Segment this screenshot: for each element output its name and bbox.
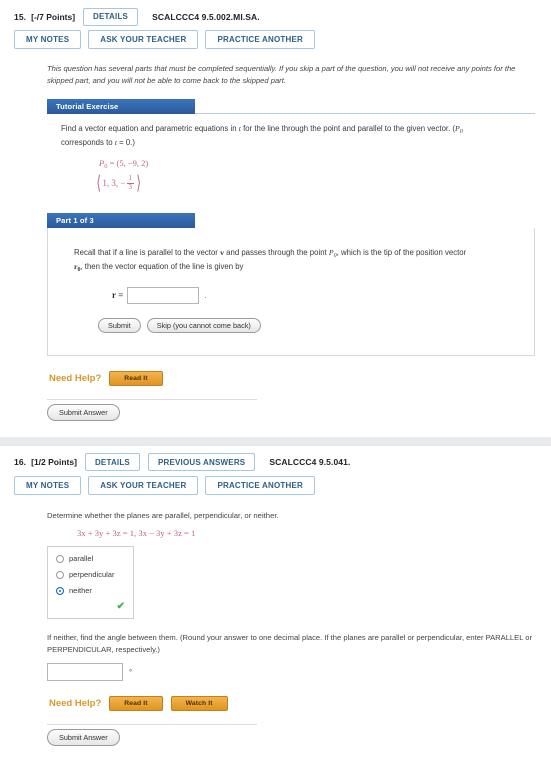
part-box: Recall that if a line is parallel to the… — [47, 227, 535, 356]
question-points: [1/2 Points] — [31, 457, 77, 468]
part-recall-text: Recall that if a line is parallel to the… — [74, 247, 510, 276]
need-help-row-16: Need Help? Read It Watch It — [49, 696, 535, 712]
question-16-header: 16. [1/2 Points] DETAILS PREVIOUS ANSWER… — [0, 446, 551, 472]
watch-it-button[interactable]: Watch It — [170, 696, 228, 712]
q16-options-box: parallel perpendicular neither ✔ — [47, 546, 134, 620]
submit-button[interactable]: Submit — [98, 317, 141, 333]
tutorial-prompt-t2: t — [114, 138, 117, 148]
fraction-denominator: 3 — [128, 182, 133, 191]
submit-answer-wrap-15: Submit Answer — [47, 398, 257, 427]
tutorial-prompt-t: t — [238, 123, 241, 133]
answer-label: r = — [112, 290, 124, 301]
option-parallel[interactable]: parallel — [56, 554, 125, 563]
submit-answer-button[interactable]: Submit Answer — [47, 403, 120, 421]
tutorial-prompt-part-d: = 0.) — [119, 138, 135, 148]
question-points: [-/7 Points] — [31, 11, 76, 22]
assignment-page: 15. [-/7 Points] DETAILS SCALCCC4 9.5.00… — [0, 0, 551, 760]
tutorial-prompt-p-sub: 0 — [459, 128, 463, 135]
q16-equations: 3x + 3y + 3z = 1, 3x − 3y + 3z = 1 — [77, 528, 196, 539]
tutorial-prompt-part-b: for the line through the point and paral… — [243, 123, 456, 133]
question-number: 15. — [14, 11, 27, 22]
part-text-2: and passes through the point — [226, 247, 327, 257]
part-text-3: , which is the tip of the position vecto… — [336, 247, 467, 257]
question-code: SCALCCC4 9.5.002.MI.SA. — [152, 11, 260, 22]
option-neither[interactable]: neither — [56, 586, 125, 595]
question-15-header: 15. [-/7 Points] DETAILS SCALCCC4 9.5.00… — [0, 0, 551, 26]
question-16-actions: MY NOTES ASK YOUR TEACHER PRACTICE ANOTH… — [0, 472, 551, 503]
my-notes-button[interactable]: MY NOTES — [14, 475, 82, 495]
my-notes-button[interactable]: MY NOTES — [14, 30, 82, 49]
question-block-16: 16. [1/2 Points] DETAILS PREVIOUS ANSWER… — [0, 445, 551, 760]
angle-bracket-open: ⟨ — [96, 172, 102, 194]
tutorial-prompt-part-c: corresponds to — [61, 138, 113, 148]
question-15-actions: MY NOTES ASK YOUR TEACHER PRACTICE ANOTH… — [0, 26, 551, 57]
skip-button[interactable]: Skip (you cannot come back) — [146, 317, 261, 333]
vector-definition: ⟨ 1, 3, − 1 3 ⟩ — [95, 174, 525, 193]
details-button[interactable]: DETAILS — [84, 453, 140, 472]
question-separator — [0, 436, 551, 446]
q16-prompt: Determine whether the planes are paralle… — [47, 510, 279, 520]
point-value: = (5, −9, 2) — [109, 157, 149, 168]
practice-another-button[interactable]: PRACTICE ANOTHER — [205, 475, 316, 495]
q16-tail-prompt: If neither, find the angle between them.… — [47, 633, 533, 655]
part-text-1: Recall that if a line is parallel to the… — [74, 247, 218, 257]
option-perpendicular[interactable]: perpendicular — [56, 570, 125, 579]
point-definition: P0 = (5, −9, 2) — [99, 158, 525, 170]
part-text-4: , then the vector equation of the line i… — [80, 262, 244, 272]
previous-answers-button[interactable]: PREVIOUS ANSWERS — [147, 453, 256, 472]
question-number: 16. — [14, 457, 27, 468]
q16-angle-row: ° — [47, 663, 535, 682]
read-it-button[interactable]: Read It — [109, 696, 163, 712]
vector-components: 1, 3, − — [102, 178, 126, 189]
option-label: parallel — [69, 554, 94, 564]
point-subscript: 0 — [104, 162, 108, 170]
radio-icon[interactable] — [56, 570, 64, 579]
tutorial-exercise-header: Tutorial Exercise — [47, 98, 195, 114]
part-section: Part 1 of 3 — [47, 212, 535, 228]
vector-equation-input[interactable] — [127, 286, 200, 304]
sequential-note: This question has several parts that mus… — [47, 64, 516, 85]
details-button[interactable]: DETAILS — [83, 7, 139, 26]
ask-your-teacher-button[interactable]: ASK YOUR TEACHER — [88, 30, 199, 49]
need-help-row-15: Need Help? Read It — [49, 370, 535, 386]
tutorial-prompt-part-a: Find a vector equation and parametric eq… — [61, 123, 237, 133]
part-button-row: Submit Skip (you cannot come back) — [98, 317, 510, 333]
option-label: neither — [69, 586, 92, 596]
part-header: Part 1 of 3 — [47, 212, 195, 228]
need-help-label: Need Help? — [49, 698, 102, 710]
angle-input[interactable] — [47, 663, 123, 682]
question-16-body: Determine whether the planes are paralle… — [0, 503, 551, 760]
vector-fraction: 1 3 — [126, 174, 134, 191]
degree-symbol: ° — [129, 667, 133, 677]
question-block-15: 15. [-/7 Points] DETAILS SCALCCC4 9.5.00… — [0, 0, 551, 437]
tutorial-prompt: Find a vector equation and parametric eq… — [61, 123, 525, 150]
angle-bracket-close: ⟩ — [136, 172, 142, 194]
correct-check-icon: ✔ — [116, 601, 125, 613]
tutorial-exercise-section: Tutorial Exercise — [47, 98, 535, 114]
need-help-label: Need Help? — [49, 372, 102, 384]
practice-another-button[interactable]: PRACTICE ANOTHER — [205, 30, 316, 49]
vector-v-symbol: v — [220, 247, 224, 257]
part-body: Recall that if a line is parallel to the… — [60, 238, 522, 343]
read-it-button[interactable]: Read It — [109, 370, 163, 386]
radio-icon-selected[interactable] — [56, 586, 64, 595]
tutorial-exercise-body: Find a vector equation and parametric eq… — [47, 114, 535, 197]
question-code: SCALCCC4 9.5.041. — [269, 457, 351, 468]
ask-your-teacher-button[interactable]: ASK YOUR TEACHER — [88, 475, 199, 495]
option-label: perpendicular — [69, 570, 115, 580]
question-15-body: This question has several parts that mus… — [0, 57, 551, 437]
radio-icon[interactable] — [56, 554, 64, 563]
submit-answer-button[interactable]: Submit Answer — [47, 729, 120, 747]
submit-answer-wrap-16: Submit Answer — [47, 724, 257, 752]
answer-period: . — [204, 290, 207, 300]
part-answer-row: r = . — [112, 286, 510, 304]
